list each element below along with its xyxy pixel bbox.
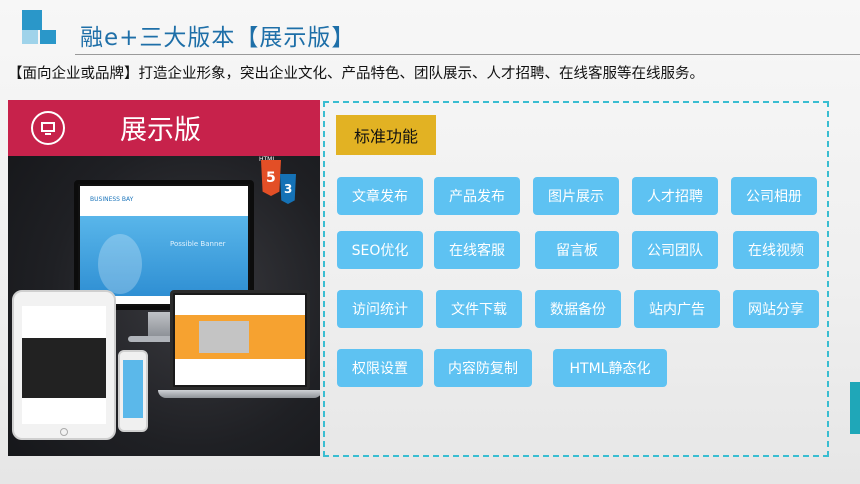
phone bbox=[118, 350, 148, 432]
logo bbox=[0, 0, 70, 50]
feature-button[interactable]: 留言板 bbox=[535, 231, 619, 269]
feature-button[interactable]: 网站分享 bbox=[733, 290, 819, 328]
edge-accent-bar bbox=[850, 382, 860, 434]
feature-panel: 标准功能 文章发布 产品发布 图片展示 人才招聘 公司相册 SEO优化 在线客服… bbox=[323, 101, 829, 457]
feature-button[interactable]: 公司团队 bbox=[632, 231, 718, 269]
tablet bbox=[12, 290, 116, 440]
showcase-image: 展示版 HTML 5 3 BUSINESS BAY Possible Banne… bbox=[8, 100, 320, 456]
showcase-title: 展示版 bbox=[120, 115, 201, 146]
title-divider bbox=[75, 54, 860, 55]
slide-subtitle: 【面向企业或品牌】打造企业形象，突出企业文化、产品特色、团队展示、人才招聘、在线… bbox=[8, 66, 704, 82]
feature-button[interactable]: 访问统计 bbox=[337, 290, 423, 328]
feature-button[interactable]: 图片展示 bbox=[533, 177, 619, 215]
monitor-brand: BUSINESS BAY bbox=[90, 196, 134, 203]
feature-panel-heading: 标准功能 bbox=[336, 115, 436, 155]
feature-button[interactable]: 数据备份 bbox=[535, 290, 621, 328]
feature-button[interactable]: 人才招聘 bbox=[632, 177, 718, 215]
logo-square bbox=[22, 30, 38, 44]
logo-square bbox=[40, 30, 56, 44]
showcase-header: 展示版 bbox=[8, 100, 320, 156]
laptop-base bbox=[158, 390, 320, 398]
feature-button[interactable]: 文件下载 bbox=[436, 290, 522, 328]
logo-square bbox=[22, 10, 42, 30]
monitor-banner: Possible Banner bbox=[170, 240, 226, 248]
feature-button[interactable]: 权限设置 bbox=[337, 349, 423, 387]
feature-button[interactable]: 在线客服 bbox=[434, 231, 520, 269]
css3-icon: 3 bbox=[280, 174, 296, 204]
feature-button[interactable]: 公司相册 bbox=[731, 177, 817, 215]
laptop bbox=[170, 290, 310, 390]
feature-button[interactable]: HTML静态化 bbox=[553, 349, 667, 387]
slide-title: 融e+三大版本【展示版】 bbox=[80, 25, 356, 51]
feature-button[interactable]: 站内广告 bbox=[634, 290, 720, 328]
feature-button[interactable]: SEO优化 bbox=[337, 231, 423, 269]
feature-button[interactable]: 产品发布 bbox=[434, 177, 520, 215]
feature-button[interactable]: 文章发布 bbox=[337, 177, 423, 215]
html5-icon: 5 bbox=[261, 160, 281, 196]
feature-button[interactable]: 内容防复制 bbox=[434, 349, 532, 387]
feature-button[interactable]: 在线视频 bbox=[733, 231, 819, 269]
monitor-icon bbox=[31, 111, 65, 145]
